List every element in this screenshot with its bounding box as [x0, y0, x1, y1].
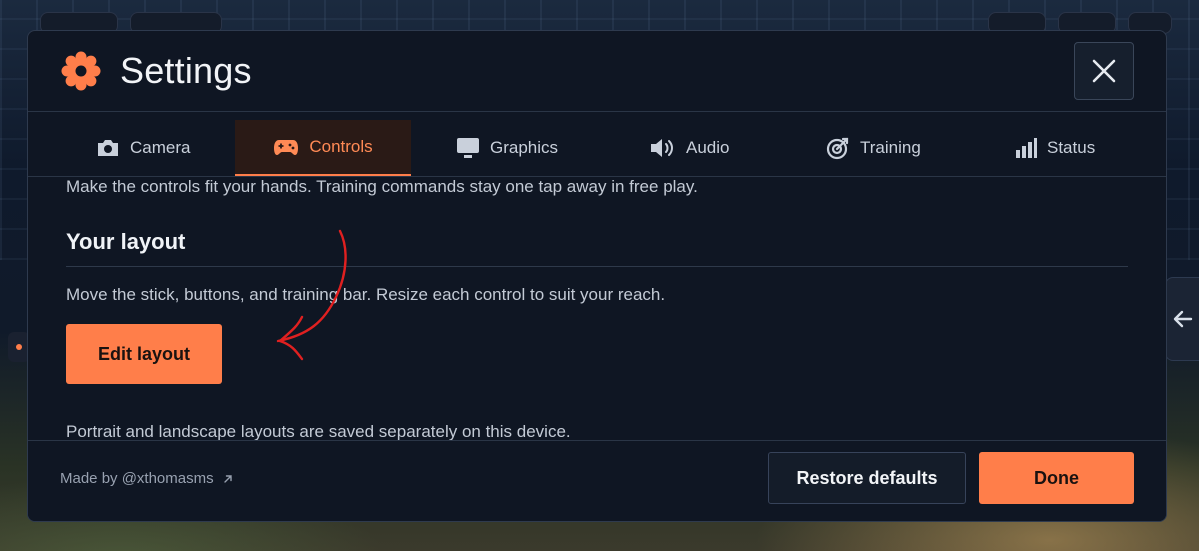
target-icon — [826, 136, 850, 160]
made-by-text: Made by @xthomasms — [60, 470, 214, 487]
tab-label: Status — [1047, 138, 1096, 157]
modal-title: Settings — [120, 50, 252, 91]
annotation-arrow — [276, 229, 347, 361]
external-link-icon — [223, 474, 232, 483]
tab-label: Graphics — [490, 138, 559, 157]
gamepad-icon — [273, 137, 299, 157]
layout-note: Portrait and landscape layouts are saved… — [66, 422, 571, 441]
tab-label: Controls — [309, 137, 373, 156]
done-button[interactable]: Done — [979, 452, 1134, 504]
tab-controls[interactable]: Controls — [235, 120, 411, 176]
section-divider — [66, 266, 1128, 267]
tab-camera[interactable]: Camera — [96, 120, 190, 176]
bar-chart-icon — [1015, 138, 1037, 158]
section-title: Your layout — [66, 229, 186, 254]
tab-label: Audio — [686, 138, 730, 157]
modal-header: Settings — [28, 31, 1166, 112]
settings-tabs: Camera Controls Graphics Audio Training — [28, 112, 1166, 177]
controls-intro: Make the controls fit your hands. Traini… — [66, 177, 698, 196]
close-icon — [1092, 59, 1116, 83]
camera-icon — [96, 138, 120, 158]
restore-defaults-button[interactable]: Restore defaults — [768, 452, 966, 504]
monitor-icon — [456, 137, 480, 159]
tab-audio[interactable]: Audio — [650, 120, 729, 176]
edit-layout-button[interactable]: Edit layout — [66, 324, 222, 384]
close-button[interactable] — [1074, 42, 1134, 100]
controls-panel: Make the controls fit your hands. Traini… — [28, 177, 1166, 441]
tab-label: Training — [860, 138, 921, 157]
tab-status[interactable]: Status — [1015, 120, 1095, 176]
gear-icon — [61, 51, 101, 91]
made-by-link[interactable]: Made by @xthomasms — [60, 470, 234, 487]
tab-graphics[interactable]: Graphics — [456, 120, 558, 176]
tab-training[interactable]: Training — [826, 120, 921, 176]
settings-modal: Settings Camera Controls Graphics Audio … — [27, 30, 1167, 522]
modal-footer: Made by @xthomasms Restore defaults Done — [28, 440, 1166, 521]
side-panel-toggle[interactable] — [1165, 277, 1199, 361]
tab-label: Camera — [130, 138, 191, 157]
arrow-left-icon — [1173, 310, 1192, 328]
speaker-icon — [650, 137, 676, 159]
